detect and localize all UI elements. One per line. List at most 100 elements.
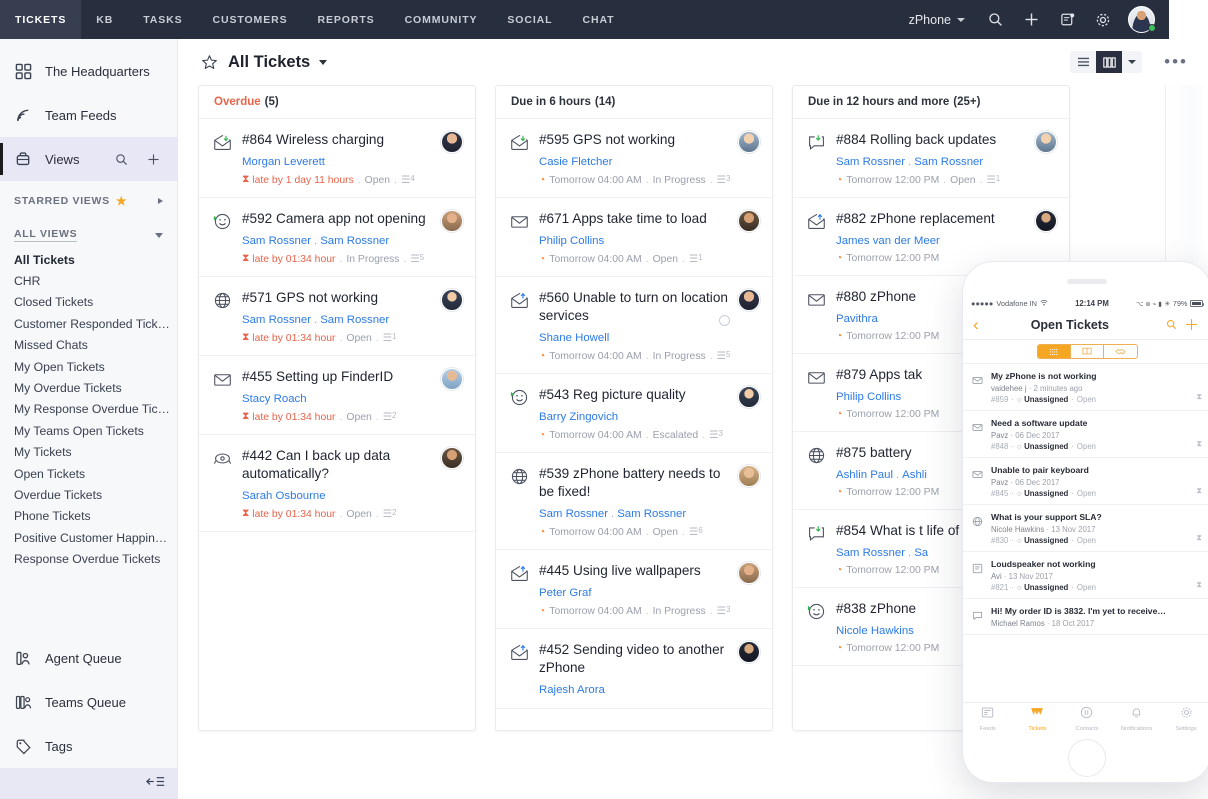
- phone-segment-list-icon[interactable]: [1037, 345, 1071, 358]
- phone-ticket-item[interactable]: ⧗ Unable to pair keyboard Pavz · 06 Dec 20…: [963, 458, 1208, 505]
- nav-tab-kb[interactable]: KB: [81, 0, 128, 39]
- sidebar-view-item[interactable]: My Open Tickets: [0, 356, 177, 377]
- ticket-card[interactable]: #442 Can I back up data automatically? Sa…: [199, 435, 475, 532]
- nav-tab-customers[interactable]: CUSTOMERS: [198, 0, 303, 39]
- phone-ticket-item[interactable]: Hi! My order ID is 3832. I'm yet to rece…: [963, 599, 1208, 635]
- person-link[interactable]: Sam Rossner: [320, 235, 389, 247]
- person-link[interactable]: Sam Rossner: [836, 547, 905, 559]
- person-link[interactable]: Sam Rossner: [914, 156, 983, 168]
- sidebar-view-item[interactable]: My Response Overdue Tic…: [0, 399, 177, 420]
- assignee-avatar[interactable]: [441, 210, 463, 232]
- phone-ticket-item[interactable]: ⧗ Loudspeaker not working Avi · 13 Nov 201…: [963, 552, 1208, 599]
- ticket-card[interactable]: #595 GPS not working Casie Fletcher ◔ Tomor…: [496, 119, 772, 198]
- product-selector[interactable]: zPhone: [897, 13, 977, 27]
- assignee-avatar[interactable]: [441, 289, 463, 311]
- nav-tab-tasks[interactable]: TASKS: [128, 0, 197, 39]
- chevron-down-icon[interactable]: [319, 59, 328, 65]
- sidebar-view-item[interactable]: Missed Chats: [0, 335, 177, 356]
- sidebar-view-item[interactable]: Open Tickets: [0, 463, 177, 484]
- person-link[interactable]: Sam Rossner: [539, 508, 608, 520]
- view-mode-dropdown[interactable]: [1122, 51, 1142, 73]
- sidebar-item-views[interactable]: Views: [0, 137, 177, 181]
- sidebar-view-item[interactable]: Customer Responded Tick…: [0, 313, 177, 334]
- sidebar-item-agent-queue[interactable]: Agent Queue: [0, 636, 177, 680]
- person-link[interactable]: Sam Rossner: [242, 314, 311, 326]
- search-icon[interactable]: [977, 0, 1013, 39]
- person-link[interactable]: Philip Collins: [836, 391, 901, 403]
- assignee-avatar[interactable]: [738, 131, 760, 153]
- sidebar-view-item[interactable]: My Teams Open Tickets: [0, 420, 177, 441]
- person-link[interactable]: Morgan Leverett: [242, 156, 325, 168]
- sidebar-item-headquarters[interactable]: The Headquarters: [0, 49, 177, 93]
- ticket-card[interactable]: #539 zPhone battery needs to be fixed! Sa…: [496, 453, 772, 550]
- person-link[interactable]: Sarah Osbourne: [242, 490, 326, 502]
- nav-tab-chat[interactable]: CHAT: [567, 0, 629, 39]
- ticket-card[interactable]: #884 Rolling back updates Sam Rossner. Sam…: [793, 119, 1069, 198]
- plus-icon[interactable]: [1013, 0, 1049, 39]
- star-outline-icon[interactable]: [198, 51, 220, 73]
- assignee-avatar[interactable]: [738, 386, 760, 408]
- sidebar-view-item[interactable]: Closed Tickets: [0, 292, 177, 313]
- phone-tab-contacts[interactable]: Contacts: [1062, 706, 1112, 732]
- sidebar-view-item[interactable]: CHR: [0, 270, 177, 291]
- sidebar-view-item[interactable]: Phone Tickets: [0, 506, 177, 527]
- sidebar-item-teams-queue[interactable]: Teams Queue: [0, 680, 177, 724]
- assignee-avatar[interactable]: [738, 289, 760, 311]
- assignee-avatar[interactable]: [738, 641, 760, 663]
- starred-views-section-header[interactable]: STARRED VIEWS ★: [0, 187, 177, 215]
- assignee-avatar[interactable]: [441, 447, 463, 469]
- phone-ticket-item[interactable]: ⧗ Need a software update Pavz · 06 Dec 201…: [963, 411, 1208, 458]
- phone-segment-flag-icon[interactable]: [1071, 345, 1104, 358]
- assignee-avatar[interactable]: [1035, 131, 1057, 153]
- nav-tab-social[interactable]: SOCIAL: [492, 0, 567, 39]
- person-link[interactable]: Philip Collins: [539, 235, 604, 247]
- notes-icon[interactable]: [1049, 0, 1085, 39]
- phone-ticket-item[interactable]: ⧗ What is your support SLA? Nicole Hawkins…: [963, 505, 1208, 552]
- phone-segment-handshake-icon[interactable]: [1104, 345, 1137, 358]
- sidebar-view-item[interactable]: My Overdue Tickets: [0, 377, 177, 398]
- person-link[interactable]: Casie Fletcher: [539, 156, 612, 168]
- all-views-section-header[interactable]: ALL VIEWS: [0, 221, 177, 249]
- nav-tab-reports[interactable]: REPORTS: [303, 0, 390, 39]
- assignee-avatar[interactable]: [441, 368, 463, 390]
- person-link[interactable]: Peter Graf: [539, 587, 592, 599]
- list-view-icon[interactable]: [1070, 51, 1096, 73]
- user-avatar[interactable]: [1121, 0, 1161, 39]
- ticket-card[interactable]: #445 Using live wallpapers Peter Graf ◔ Tom…: [496, 550, 772, 629]
- nav-tab-community[interactable]: COMMUNITY: [390, 0, 493, 39]
- ticket-card[interactable]: #571 GPS not working Sam Rossner. Sam Ross…: [199, 277, 475, 356]
- assignee-avatar[interactable]: [738, 562, 760, 584]
- sidebar-item-tags[interactable]: Tags: [0, 724, 177, 768]
- views-search-icon[interactable]: [111, 149, 131, 169]
- person-link[interactable]: Shane Howell: [539, 332, 609, 344]
- person-link[interactable]: James van der Meer: [836, 235, 940, 247]
- person-link[interactable]: Rajesh Arora: [539, 684, 605, 696]
- ticket-card[interactable]: #671 Apps take time to load Philip Collin…: [496, 198, 772, 277]
- phone-home-button[interactable]: [1068, 739, 1106, 777]
- sidebar-view-item[interactable]: Response Overdue Tickets: [0, 548, 177, 569]
- sidebar-item-team-feeds[interactable]: Team Feeds: [0, 93, 177, 137]
- collapse-sidebar-button[interactable]: [0, 768, 177, 799]
- page-title[interactable]: All Tickets: [228, 53, 310, 72]
- sidebar-view-item[interactable]: Positive Customer Happin…: [0, 527, 177, 548]
- phone-search-icon[interactable]: [1161, 315, 1181, 335]
- sidebar-view-item[interactable]: Overdue Tickets: [0, 484, 177, 505]
- phone-tab-notifications[interactable]: Notifications: [1112, 706, 1162, 732]
- sidebar-view-item[interactable]: My Tickets: [0, 442, 177, 463]
- phone-tab-tickets[interactable]: Tickets: [1013, 706, 1063, 732]
- phone-tab-feeds[interactable]: Feeds: [963, 706, 1013, 732]
- person-link[interactable]: Stacy Roach: [242, 393, 307, 405]
- assignee-avatar[interactable]: [1035, 210, 1057, 232]
- nav-tab-tickets[interactable]: TICKETS: [0, 0, 82, 39]
- person-link[interactable]: Sam Rossner: [836, 156, 905, 168]
- person-link[interactable]: Sa: [914, 547, 928, 559]
- ticket-card[interactable]: #452 Sending video to another zPhone Raje…: [496, 629, 772, 709]
- ticket-card[interactable]: #592 Camera app not opening Sam Rossner. S…: [199, 198, 475, 277]
- assignee-avatar[interactable]: [441, 131, 463, 153]
- person-link[interactable]: Barry Zingovich: [539, 411, 618, 423]
- ticket-card[interactable]: #864 Wireless charging Morgan Leverett ⧗ la…: [199, 119, 475, 198]
- ticket-card[interactable]: #543 Reg picture quality Barry Zingovich ◔…: [496, 374, 772, 453]
- ticket-card[interactable]: #455 Setting up FinderID Stacy Roach ⧗ late…: [199, 356, 475, 435]
- phone-add-icon[interactable]: [1181, 315, 1201, 335]
- person-link[interactable]: Sam Rossner: [242, 235, 311, 247]
